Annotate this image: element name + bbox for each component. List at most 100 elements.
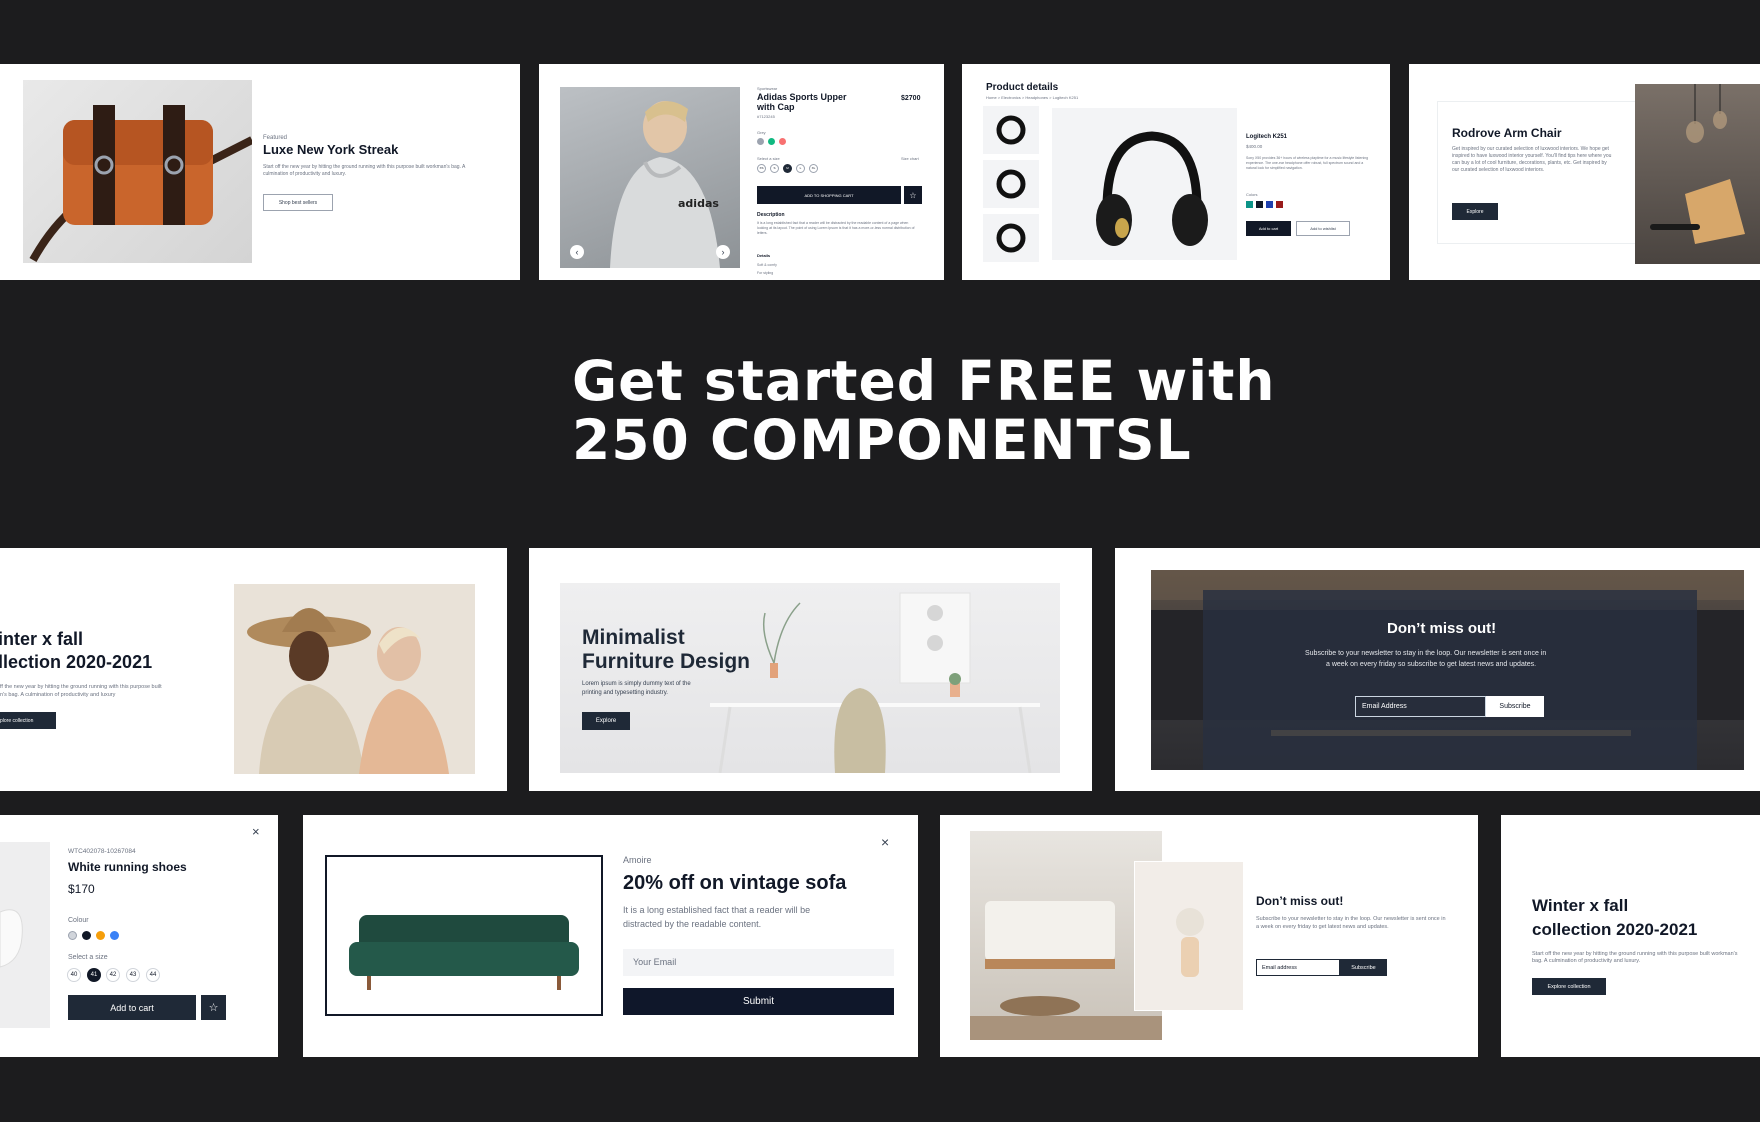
close-icon[interactable]: × [881, 834, 889, 850]
adidas-desc-title: Description [757, 212, 785, 218]
product-details-card: Product details Home > Electronics > Hea… [962, 64, 1390, 280]
sofa-email-input[interactable]: Your Email [623, 949, 894, 976]
colors-label: Colors [1246, 192, 1258, 197]
star-icon[interactable]: ☆ [201, 995, 226, 1020]
vase-photo [1134, 861, 1244, 1011]
bag-image [23, 80, 252, 263]
model-image: adidas ‹ › [560, 87, 740, 268]
adidas-eyebrow: Sportswear [757, 86, 778, 91]
shoe-size-44[interactable]: 44 [146, 968, 160, 982]
adidas-color-label: Grey [757, 130, 766, 135]
chair-explore-button[interactable]: Explore [1452, 203, 1498, 220]
winter-right-explore-button[interactable]: Explore collection [1532, 978, 1606, 995]
chevron-left-icon[interactable]: ‹ [570, 245, 584, 259]
adidas-size-m[interactable]: M [783, 164, 792, 173]
svg-text:adidas: adidas [678, 197, 719, 210]
adidas-size-xl[interactable]: XL [809, 164, 818, 173]
winter-right-title-2: collection 2020-2021 [1532, 920, 1698, 939]
add-to-wishlist-button[interactable]: Add to wishlist [1296, 221, 1350, 236]
swatch-red[interactable] [1276, 201, 1283, 208]
chevron-right-icon[interactable]: › [716, 245, 730, 259]
shoe-colour-blue[interactable] [110, 931, 119, 940]
mini-newsletter-title: Don’t miss out! [1256, 894, 1344, 908]
thumbnail-2[interactable] [983, 160, 1039, 208]
headphone-image [1052, 108, 1237, 260]
mini-subscribe-button[interactable]: Subscribe [1340, 959, 1387, 976]
couple-photo [234, 584, 475, 774]
newsletter-subscribe-button[interactable]: Subscribe [1486, 696, 1544, 717]
product-name: Logitech K251 [1246, 134, 1288, 140]
mini-email-input[interactable]: Email address [1256, 959, 1340, 976]
minimal-desc-1: Lorem ipsum is simply dummy text of the [582, 681, 691, 687]
chair-image [1635, 84, 1760, 264]
shoe-colour-grey[interactable] [68, 931, 77, 940]
shoe-colour-label: Colour [68, 917, 89, 924]
product-description: Sony X50 provides 36+ hours of wireless … [1246, 156, 1369, 170]
winter-right-desc: Start off the new year by hitting the gr… [1532, 951, 1738, 964]
sofa-brand: Amoire [623, 855, 652, 865]
swatch-black[interactable] [1256, 201, 1263, 208]
adidas-size-label: Select a size [757, 156, 780, 161]
bag-eyebrow: Featured [263, 135, 288, 141]
color-swatch-grey[interactable] [757, 138, 764, 145]
adidas-price: $2700 [901, 95, 921, 102]
adidas-title-2: with Cap [757, 102, 795, 112]
hero-line-2: 250 COMPONENTSL [572, 408, 1192, 472]
bag-title: Luxe New York Streak [263, 142, 399, 157]
newsletter-desc-1: Subscribe to your newsletter to stay in … [1305, 650, 1547, 657]
shoe-size-43[interactable]: 43 [126, 968, 140, 982]
newsletter-overlay [1203, 590, 1697, 770]
minimal-desc-2: printing and typesetting industry. [582, 690, 668, 696]
shoe-size-41[interactable]: 41 [87, 968, 101, 982]
swatch-blue[interactable] [1266, 201, 1273, 208]
swatch-teal[interactable] [1246, 201, 1253, 208]
sofa-offer-card: × Amoire 20% off on vintage sofa It is a… [303, 815, 918, 1057]
shop-best-sellers-button[interactable]: Shop best sellers [263, 194, 333, 211]
hero-line-1: Get started FREE with [572, 349, 1276, 413]
mini-newsletter-desc: Subscribe to your newsletter to stay in … [1256, 916, 1446, 930]
newsletter-email-field[interactable]: Email Address [1355, 696, 1486, 717]
shoe-size-42[interactable]: 42 [106, 968, 120, 982]
close-icon[interactable]: × [252, 824, 260, 839]
winter-collection-card-right: Winter x fall collection 2020-2021 Start… [1501, 815, 1760, 1057]
winter-left-explore-button[interactable]: plore collection [0, 712, 56, 729]
shoe-colour-black[interactable] [82, 931, 91, 940]
adidas-description: It is a long established fact that a rea… [757, 221, 915, 235]
minimal-title-1: Minimalist [582, 626, 685, 649]
adidas-title-1: Adidas Sports Upper [757, 92, 847, 102]
add-to-cart-button[interactable]: Add to cart [1246, 221, 1291, 236]
shoe-size-label: Select a size [68, 954, 108, 961]
add-to-shopping-cart-button[interactable]: ADD TO SHOPPING CART [757, 186, 901, 204]
newsletter-title: Don’t miss out! [1387, 620, 1497, 637]
shoe-add-to-cart-button[interactable]: Add to cart [68, 995, 196, 1020]
color-swatch-red[interactable] [779, 138, 786, 145]
arm-chair-card: Rodrove Arm Chair Get inspired by our cu… [1409, 64, 1760, 280]
size-chart-link[interactable]: Size chart [901, 156, 919, 161]
thumbnail-3[interactable] [983, 214, 1039, 262]
sofa-desc-1: It is a long established fact that a rea… [623, 905, 811, 915]
star-icon[interactable]: ☆ [904, 186, 922, 204]
shoe-colour-yellow[interactable] [96, 931, 105, 940]
breadcrumb[interactable]: Home > Electronics > Headphones > Logite… [986, 95, 1078, 100]
featured-bag-card: Featured Luxe New York Streak Start off … [0, 64, 520, 280]
thumbnail-1[interactable] [983, 106, 1039, 154]
minimal-title-2: Furniture Design [582, 650, 751, 673]
product-details-title: Product details [986, 82, 1059, 93]
winter-left-desc-1: ff the new year by hitting the ground ru… [0, 684, 162, 690]
minimal-explore-button[interactable]: Explore [582, 712, 630, 730]
adidas-detail-2: For styling [757, 271, 774, 275]
color-swatch-green[interactable] [768, 138, 775, 145]
winter-left-title-1: inter x fall [0, 629, 84, 649]
mini-newsletter-card: Don’t miss out! Subscribe to your newsle… [940, 815, 1478, 1057]
hero-heading: Get started FREE with 250 COMPONENTSL [572, 352, 1276, 470]
adidas-size-xs[interactable]: XS [757, 164, 766, 173]
sofa-image [325, 855, 603, 1016]
furniture-backdrop [560, 583, 1060, 773]
adidas-size-l[interactable]: L [796, 164, 805, 173]
sofa-submit-button[interactable]: Submit [623, 988, 894, 1015]
adidas-size-s[interactable]: S [770, 164, 779, 173]
adidas-detail-1: Soft & comfy [757, 263, 777, 267]
shoe-size-40[interactable]: 40 [67, 968, 81, 982]
sofa-desc-2: distracted by the readable content. [623, 919, 762, 929]
adidas-details-title: Details [757, 253, 771, 258]
